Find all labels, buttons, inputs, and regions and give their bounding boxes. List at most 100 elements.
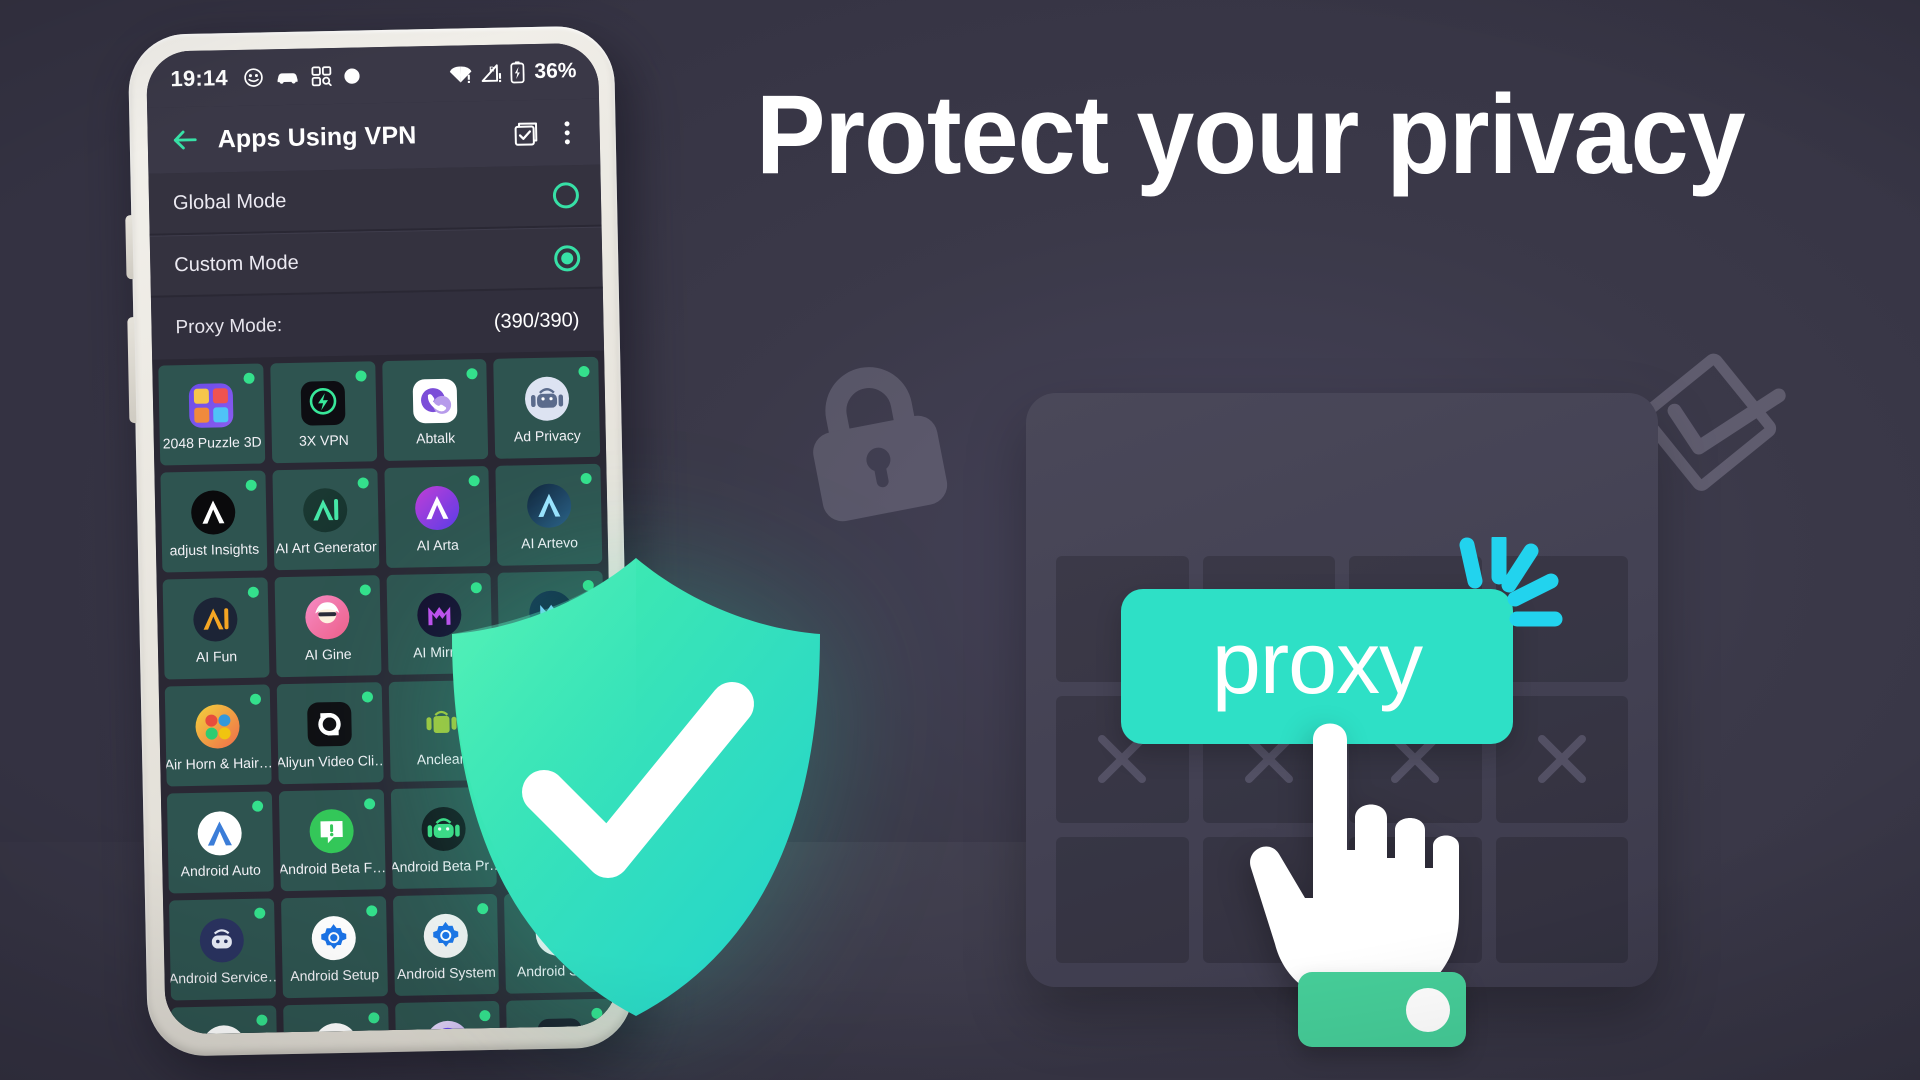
smiley-icon bbox=[244, 68, 264, 87]
headline: Protect your privacy bbox=[756, 72, 1746, 197]
app-name: AI Fun bbox=[195, 647, 238, 665]
app-name: AI Mirror bbox=[412, 642, 467, 661]
app-tile[interactable]: 2048 Puzzle 3D bbox=[158, 363, 266, 466]
app-tile[interactable]: Android Setup bbox=[280, 896, 388, 999]
app-enabled-dot bbox=[586, 793, 599, 806]
padlock-icon bbox=[813, 367, 948, 522]
ai-art-generator-icon bbox=[302, 487, 348, 533]
app-toolbar: Apps Using VPN bbox=[147, 98, 601, 174]
dot-icon bbox=[344, 68, 360, 84]
app-enabled-dot bbox=[367, 1012, 380, 1024]
grid-cell bbox=[1496, 415, 1629, 542]
overflow-menu-icon[interactable] bbox=[553, 117, 580, 148]
status-left-icons bbox=[244, 65, 361, 87]
app-name: Android Beta F… bbox=[278, 858, 386, 877]
proxy-mode-summary: Proxy Mode: (390/390) bbox=[150, 288, 605, 360]
app-tile[interactable]: Android Sy… bbox=[504, 891, 611, 994]
ai-arta-icon bbox=[414, 485, 460, 530]
back-arrow-icon[interactable] bbox=[169, 125, 200, 156]
app-name: Android Beta Pr… bbox=[390, 856, 498, 875]
app-enabled-dot bbox=[470, 582, 483, 594]
app-enabled-dot bbox=[243, 372, 255, 384]
app-enabled-dot bbox=[582, 579, 594, 592]
app-enabled-dot bbox=[245, 479, 257, 491]
app-tile[interactable]: Android Beta Pr… bbox=[390, 786, 498, 889]
app-name: Android Accessib… bbox=[499, 747, 607, 766]
android-system-icon bbox=[423, 912, 469, 958]
abtalk-icon bbox=[412, 378, 458, 423]
app-enabled-dot bbox=[249, 693, 261, 705]
app-enabled-dot bbox=[580, 472, 592, 485]
app-name: Android Sy… bbox=[516, 961, 600, 979]
ai-mirror-icon bbox=[416, 592, 462, 637]
app-tile[interactable]: AI Gine bbox=[274, 575, 382, 678]
proxy-mode-count: (390/390) bbox=[493, 308, 580, 333]
app-tile[interactable]: Anime AI bbox=[394, 1000, 502, 1035]
grid-cell-blocked bbox=[1495, 696, 1628, 823]
android-beta-program-icon bbox=[421, 806, 466, 851]
app-tile[interactable]: AI Arta bbox=[383, 465, 491, 569]
select-all-checkbox-icon[interactable] bbox=[509, 118, 540, 149]
app-name: Android Auto bbox=[180, 861, 262, 879]
app-tile[interactable]: AI Mirror Pro bbox=[497, 570, 605, 673]
app-tile[interactable]: Abtalk bbox=[381, 358, 489, 462]
app-tile[interactable]: AI Art Generator bbox=[272, 468, 379, 571]
app-tile[interactable]: AI Artevo bbox=[495, 463, 603, 566]
radio-global-mode[interactable] bbox=[552, 182, 580, 209]
app-name: Android Device… bbox=[502, 854, 609, 873]
proxy-button[interactable]: proxy bbox=[1121, 589, 1513, 744]
app-grid: 2048 Puzzle 3D 3X VPN Abtalk Ad Privacy adju… bbox=[152, 350, 618, 1035]
app-name: Air Horn & Hair… bbox=[164, 753, 272, 773]
app-tile[interactable]: adjust Insights bbox=[160, 470, 268, 573]
car-icon bbox=[277, 73, 298, 84]
app-name: 3X VPN bbox=[298, 431, 349, 449]
radio-custom-mode[interactable] bbox=[553, 244, 581, 272]
app-tile[interactable]: Android Auto bbox=[166, 791, 274, 894]
android-auto-icon bbox=[197, 810, 243, 856]
app-enabled-dot bbox=[468, 475, 481, 487]
anclean-icon bbox=[419, 699, 464, 744]
app-tile[interactable]: AndroidSettings bbox=[282, 1003, 390, 1035]
app-tile[interactable]: Android Device… bbox=[502, 784, 609, 887]
android-setup-icon bbox=[311, 915, 357, 961]
phone-screen: 19:14 R 36% Apps Using VPN Global Mode C… bbox=[145, 42, 618, 1035]
toggle-switch[interactable] bbox=[1298, 972, 1466, 1047]
app-tile[interactable]: Android Beta F… bbox=[278, 789, 386, 892]
app-tile[interactable]: Android Web… bbox=[171, 1005, 278, 1035]
app-enabled-dot bbox=[256, 1014, 268, 1026]
app-tile[interactable]: Anclean bbox=[388, 679, 495, 783]
app-tile[interactable]: Android Service… bbox=[169, 898, 276, 1001]
3x-vpn-icon bbox=[300, 380, 346, 426]
app-name: Aliyun Video Cli… bbox=[276, 751, 384, 770]
app-tile[interactable]: Aliyun Video Cli… bbox=[276, 682, 384, 785]
app-enabled-dot bbox=[466, 368, 478, 380]
app-enabled-dot bbox=[357, 477, 369, 489]
app-name: adjust Insights bbox=[169, 540, 260, 558]
app-enabled-dot bbox=[584, 686, 597, 699]
app-tile[interactable]: 3X VPN bbox=[269, 361, 377, 464]
status-right-icons: R 36% bbox=[449, 59, 577, 86]
app-enabled-dot bbox=[365, 905, 377, 917]
app-tile[interactable]: AI Mirror bbox=[386, 572, 493, 676]
app-enabled-dot bbox=[475, 796, 487, 808]
app-name: Android System bbox=[396, 963, 496, 982]
mode-label-global: Global Mode bbox=[172, 189, 287, 214]
promo-banner: 19:14 R 36% Apps Using VPN Global Mode C… bbox=[0, 0, 1920, 1080]
2048-puzzle-icon bbox=[189, 382, 234, 428]
wifi-alert-icon bbox=[449, 66, 472, 84]
app-name: Anclean bbox=[416, 749, 468, 767]
mode-row-custom[interactable]: Custom Mode bbox=[149, 226, 603, 298]
app-tile[interactable]: AnyDesk bbox=[506, 998, 614, 1035]
app-name: AI Artevo bbox=[520, 533, 579, 551]
svg-text:R: R bbox=[489, 66, 494, 73]
app-tile[interactable]: Android Accessib… bbox=[499, 677, 607, 780]
app-tile[interactable]: AI Fun bbox=[162, 577, 270, 680]
android-settings-icon bbox=[313, 1022, 359, 1035]
android-beta-feedback-icon bbox=[309, 808, 355, 854]
app-tile[interactable]: Android System bbox=[392, 893, 500, 996]
air-horn-icon bbox=[195, 703, 241, 749]
app-tile[interactable]: Ad Privacy bbox=[493, 356, 601, 459]
app-tile[interactable]: Air Horn & Hair… bbox=[164, 684, 272, 787]
ai-artevo-icon bbox=[526, 482, 572, 528]
mode-row-global[interactable]: Global Mode bbox=[148, 164, 602, 236]
